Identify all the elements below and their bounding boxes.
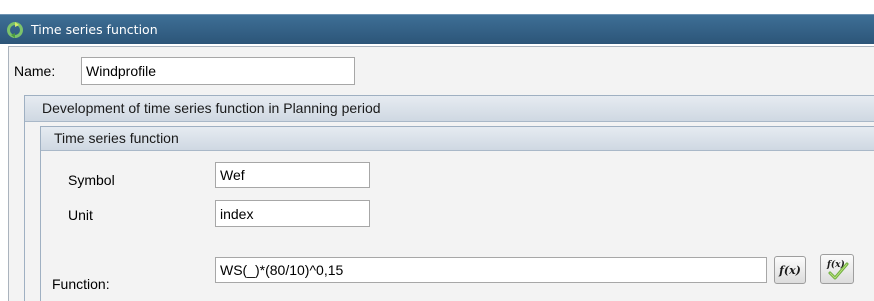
symbol-label: Symbol: [68, 172, 115, 188]
function-validate-check-icon: f(x): [826, 259, 849, 280]
unit-input[interactable]: [215, 200, 370, 227]
window-title: Time series function: [31, 22, 158, 37]
symbol-input[interactable]: [215, 162, 370, 188]
development-group-title: Development of time series function in P…: [42, 100, 381, 116]
name-input[interactable]: [81, 57, 355, 85]
function-editor-button[interactable]: f(x): [774, 256, 806, 284]
function-fx-icon: f(x): [779, 263, 801, 277]
recycle-arrows-icon: [7, 22, 23, 38]
time-series-function-title: Time series function: [54, 130, 179, 146]
unit-label: Unit: [68, 207, 93, 223]
function-input[interactable]: [215, 257, 767, 283]
validate-function-button[interactable]: f(x): [820, 254, 854, 284]
window-titlebar[interactable]: Time series function: [0, 14, 874, 44]
name-label: Name:: [14, 63, 56, 79]
function-label: Function:: [52, 276, 110, 292]
